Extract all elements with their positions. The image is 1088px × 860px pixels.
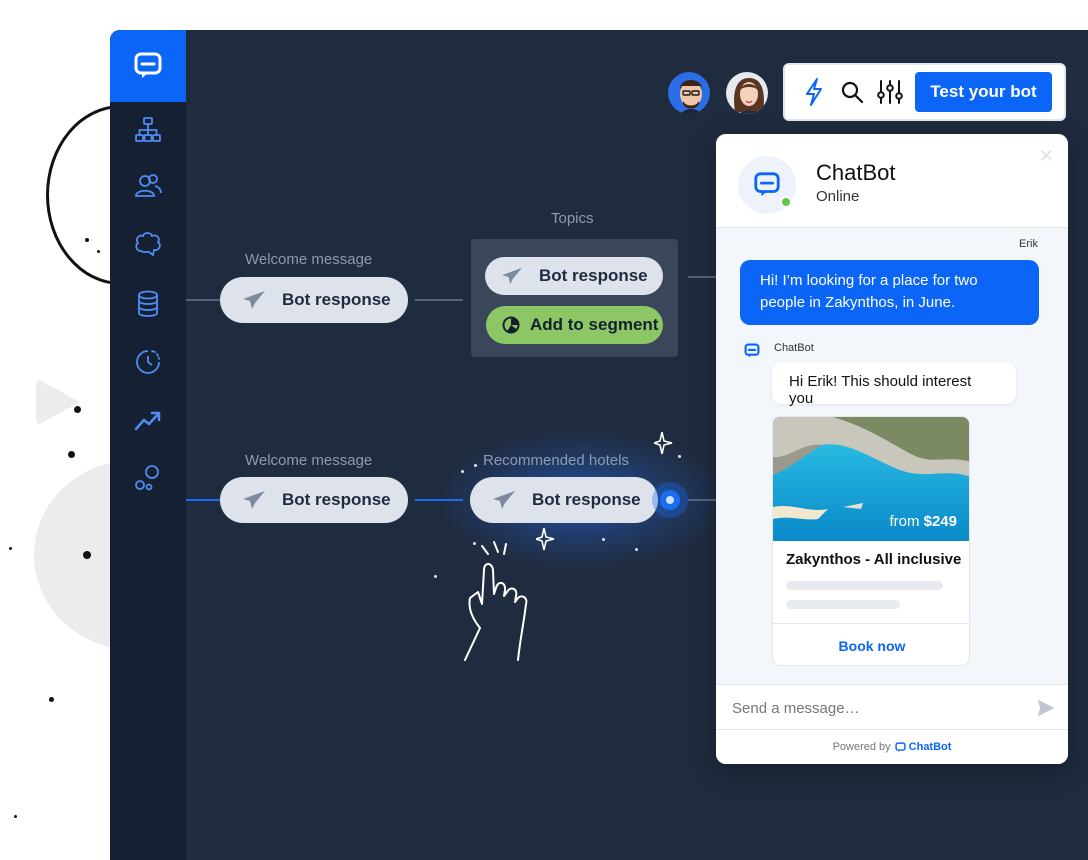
sparkle-dot — [678, 455, 681, 458]
sparkle-dot — [434, 575, 437, 578]
placeholder-line — [786, 600, 900, 609]
avatar-male[interactable] — [666, 70, 712, 116]
flow-node-label: Bot response — [532, 490, 641, 509]
flow-connector-line — [186, 299, 220, 301]
flow-connector-line — [688, 276, 716, 278]
flow-label-welcome-message: Welcome message — [245, 251, 373, 268]
flow-node-bot-response[interactable]: Bot response — [485, 257, 663, 295]
decorative-dot — [14, 815, 17, 818]
powered-by-text: Powered by — [832, 741, 891, 753]
decorative-dot — [9, 547, 12, 550]
close-icon[interactable]: ✕ — [1039, 146, 1054, 167]
pie-chart-icon — [502, 316, 520, 334]
sparkle-dot — [602, 538, 605, 541]
decorative-dot — [49, 697, 54, 702]
app-canvas: Test your bot Welcome message Bot respon… — [110, 30, 1088, 860]
flow-connector-line — [688, 499, 716, 501]
price-prefix: from — [889, 513, 920, 530]
database-icon[interactable] — [128, 284, 168, 324]
flow-node-bot-response[interactable]: Bot response — [220, 277, 408, 323]
send-icon[interactable] — [1036, 698, 1056, 723]
connection-handle[interactable] — [652, 482, 688, 518]
flow-node-label: Bot response — [282, 490, 391, 509]
message-sender-bot: ChatBot — [774, 342, 814, 354]
message-bubble-bot: Hi Erik! This should interest you — [772, 362, 1016, 407]
test-your-bot-button[interactable]: Test your bot — [915, 72, 1052, 112]
decorative-dot — [68, 451, 75, 458]
sparkle-icon — [651, 431, 674, 459]
decorative-dot — [97, 250, 100, 253]
toolbar: Test your bot — [783, 63, 1066, 121]
lightning-icon[interactable] — [795, 72, 833, 112]
decorative-play-shape — [36, 378, 80, 426]
sparkle-dot — [474, 464, 477, 467]
placeholder-line — [786, 581, 943, 590]
sitemap-icon[interactable] — [128, 110, 168, 150]
chat-widget: ChatBot Online ✕ Erik Hi! I’m looking fo… — [716, 134, 1068, 764]
flow-node-label: Bot response — [282, 290, 391, 309]
chat-status: Online — [816, 188, 860, 205]
chatbot-brand-icon — [895, 741, 906, 752]
powered-brand-link[interactable]: ChatBot — [895, 741, 952, 753]
hotel-price: from $249 — [889, 513, 957, 530]
message-input[interactable] — [732, 693, 1022, 723]
message-sender-user: Erik — [1019, 238, 1038, 250]
powered-brand-text: ChatBot — [908, 741, 952, 753]
decorative-dot — [85, 238, 89, 242]
paper-plane-icon — [492, 490, 516, 510]
decorative-dot — [83, 551, 91, 559]
hotel-card[interactable]: from $249 Zakynthos - All inclusive Book… — [772, 416, 970, 666]
integrations-icon[interactable] — [128, 458, 168, 498]
brain-icon[interactable] — [128, 224, 168, 264]
sparkle-dot — [461, 470, 464, 473]
message-bubble-user: Hi! I’m looking for a place for two peop… — [740, 260, 1039, 325]
book-now-button[interactable]: Book now — [773, 623, 969, 665]
flow-connector-line — [415, 299, 463, 301]
flow-label-recommended-hotels: Recommended hotels — [483, 452, 629, 469]
chat-title: ChatBot — [816, 160, 896, 185]
paper-plane-icon — [242, 490, 266, 510]
chatbot-mini-icon — [744, 343, 760, 359]
powered-by-footer: Powered by ChatBot — [716, 730, 1068, 764]
flow-node-add-to-segment[interactable]: Add to segment — [486, 306, 663, 344]
trending-up-icon[interactable] — [128, 400, 168, 440]
search-icon[interactable] — [833, 72, 871, 112]
sidebar — [110, 30, 186, 860]
flow-node-bot-response[interactable]: Bot response — [220, 477, 408, 523]
flow-node-label: Add to segment — [530, 315, 659, 334]
flow-label-welcome-message: Welcome message — [245, 452, 373, 469]
chat-header: ChatBot Online ✕ — [716, 134, 1068, 228]
filters-icon[interactable] — [871, 72, 909, 112]
chat-messages: Erik Hi! I’m looking for a place for two… — [716, 228, 1068, 684]
online-indicator — [780, 196, 792, 208]
message-input-bar — [716, 684, 1068, 730]
price-value: $249 — [923, 513, 957, 530]
hotel-title: Zakynthos - All inclusive — [786, 551, 962, 568]
decorative-dot — [74, 406, 81, 413]
page: Test your bot Welcome message Bot respon… — [0, 0, 1088, 860]
timer-icon[interactable] — [128, 342, 168, 382]
paper-plane-icon — [242, 290, 266, 310]
flow-node-label: Bot response — [539, 266, 648, 285]
flow-connector-line — [186, 499, 220, 501]
chatbot-logo-icon[interactable] — [110, 30, 186, 102]
pointing-hand-icon — [460, 532, 540, 667]
flow-label-topics: Topics — [551, 210, 594, 227]
sparkle-dot — [635, 548, 638, 551]
paper-plane-icon — [501, 267, 523, 285]
users-icon[interactable] — [128, 166, 168, 206]
avatar-female[interactable] — [724, 70, 770, 116]
flow-node-bot-response-highlighted[interactable]: Bot response — [470, 477, 658, 523]
